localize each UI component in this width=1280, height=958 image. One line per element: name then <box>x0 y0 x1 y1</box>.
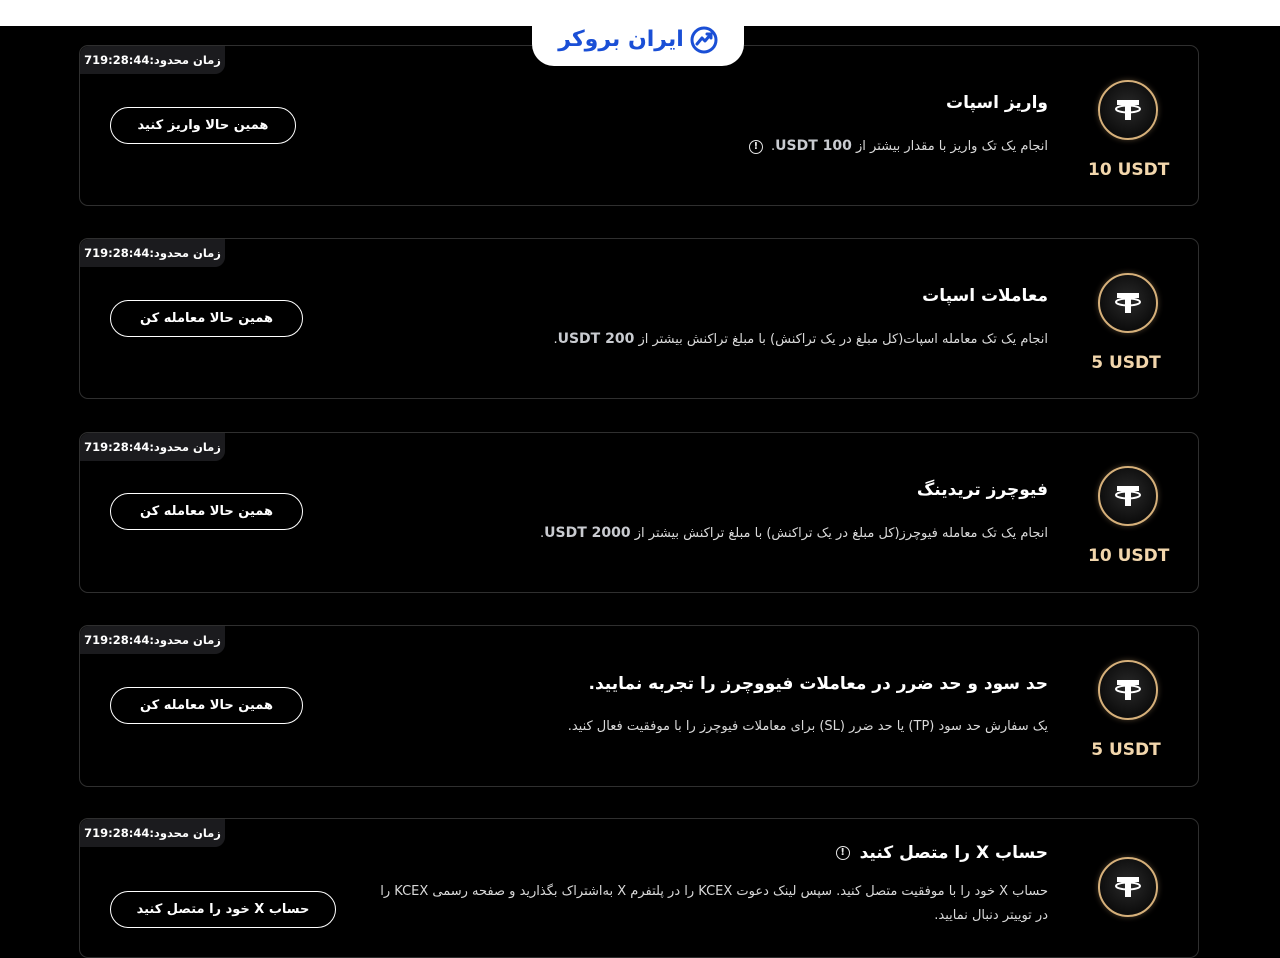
reward-amount: 5 USDT <box>1091 353 1161 373</box>
task-title: فیوچرز تریدینگ <box>917 480 1048 500</box>
tether-usdt-icon <box>1098 273 1158 333</box>
task-title-text: حد سود و حد ضرر در معاملات فیووچرز را تج… <box>588 674 1048 694</box>
task-list: زمان محدود:719:28:44 همین حالا واریز کنی… <box>0 0 1280 958</box>
task-title-text: واریز اسپات <box>945 93 1048 113</box>
logo-text: ایران بروکر <box>558 27 684 52</box>
trade-now-button[interactable]: همین حالا معامله کن <box>110 300 303 337</box>
task-title: حساب X را متصل کنید ! <box>835 843 1048 863</box>
task-card: زمان محدود:719:28:44 همین حالا واریز کنی… <box>79 45 1199 206</box>
task-card: زمان محدود:719:28:44 همین حالا معامله کن… <box>79 238 1199 399</box>
task-title: واریز اسپات <box>946 93 1048 113</box>
task-description: یک سفارش حد سود (TP) یا حد ضرر (SL) برای… <box>567 719 1048 734</box>
info-circle-icon[interactable]: ! <box>835 846 850 860</box>
task-description: حساب X خود را با موفقیت متصل کنید. سپس ل… <box>380 884 1048 923</box>
task-title-text: حساب X را متصل کنید <box>859 843 1048 863</box>
desc-prefix: انجام یک تک واریز با مقدار بیشتر از <box>856 139 1048 154</box>
timer-badge: زمان محدود:719:28:44 <box>80 239 225 267</box>
reward-amount: 5 USDT <box>1091 740 1161 760</box>
task-description: انجام یک تک واریز با مقدار بیشتر از 100 … <box>748 134 1048 159</box>
task-title-text: معاملات اسپات <box>922 286 1048 306</box>
task-description: انجام یک تک معامله اسپات(کل مبلغ در یک ت… <box>553 327 1048 352</box>
task-title-text: فیوچرز تریدینگ <box>916 480 1048 500</box>
tether-usdt-icon <box>1098 857 1158 917</box>
desc-prefix: انجام یک تک معامله فیوچرز(کل مبلغ در یک … <box>634 526 1048 541</box>
info-circle-icon[interactable]: ! <box>748 139 763 154</box>
chart-trend-icon <box>690 26 718 54</box>
desc-amount: 200 USDT <box>557 331 635 347</box>
timer-badge: زمان محدود:719:28:44 <box>80 46 225 74</box>
timer-badge: زمان محدود:719:28:44 <box>80 433 225 461</box>
tether-usdt-icon <box>1098 80 1158 140</box>
timer-badge: زمان محدود:719:28:44 <box>80 819 225 847</box>
task-title: حد سود و حد ضرر در معاملات فیووچرز را تج… <box>588 674 1048 694</box>
trade-now-button[interactable]: همین حالا معامله کن <box>110 687 303 724</box>
desc-amount: 100 USDT <box>775 138 852 154</box>
timer-badge: زمان محدود:719:28:44 <box>80 626 225 654</box>
deposit-button[interactable]: همین حالا واریز کنید <box>110 107 296 144</box>
task-title: معاملات اسپات <box>922 286 1048 306</box>
trade-now-button[interactable]: همین حالا معامله کن <box>110 493 303 530</box>
tether-usdt-icon <box>1098 466 1158 526</box>
task-card: زمان محدود:719:28:44 همین حالا معامله کن… <box>79 625 1199 787</box>
reward-amount: 10 USDT <box>1088 546 1170 566</box>
task-description: انجام یک تک معامله فیوچرز(کل مبلغ در یک … <box>540 521 1048 546</box>
desc-amount: 2000 USDT <box>544 525 631 541</box>
task-card: زمان محدود:719:28:44 همین حالا معامله کن… <box>79 432 1199 593</box>
task-card: زمان محدود:719:28:44 حساب X خود را متصل … <box>79 818 1199 958</box>
connect-x-button[interactable]: حساب X خود را متصل کنید <box>110 891 336 928</box>
desc-prefix: انجام یک تک معامله اسپات(کل مبلغ در یک ت… <box>638 332 1048 347</box>
reward-amount: 10 USDT <box>1088 160 1170 180</box>
tether-usdt-icon <box>1098 660 1158 720</box>
site-logo[interactable]: ایران بروکر <box>532 14 744 66</box>
